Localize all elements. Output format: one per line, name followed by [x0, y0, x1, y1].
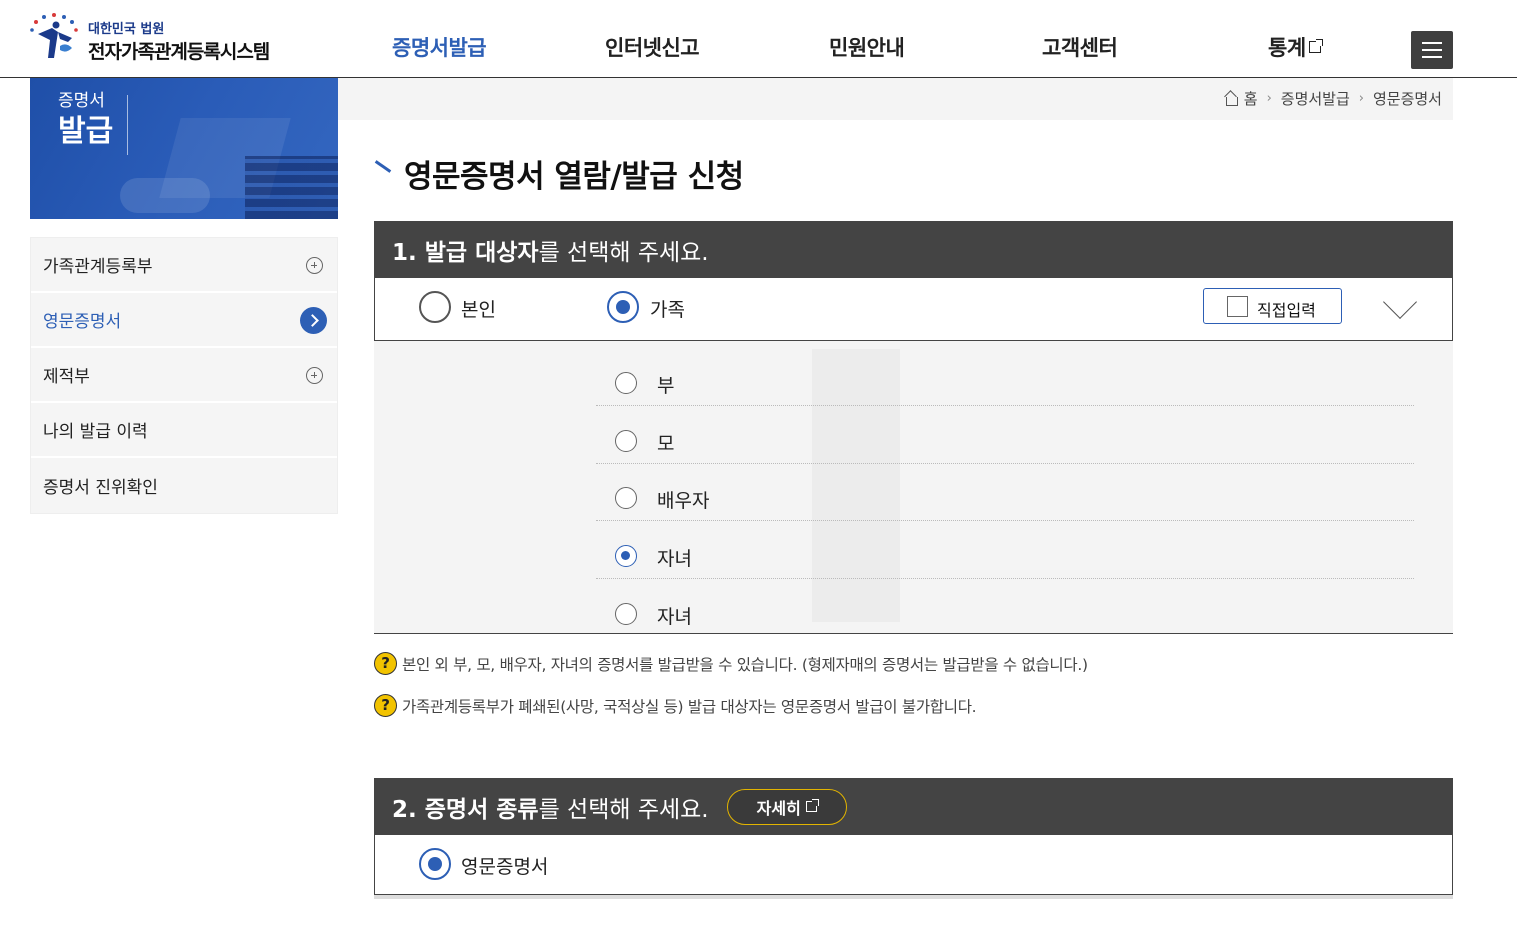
breadcrumb: 홈 › 증명서발급 › 영문증명서	[1224, 88, 1442, 109]
section-type-title: 2. 증명서 종류	[392, 796, 539, 823]
radio-self[interactable]	[419, 291, 451, 323]
radio-father[interactable]	[615, 372, 637, 394]
external-link-icon	[805, 799, 819, 812]
sidebar-item-label: 증명서 진위확인	[43, 478, 158, 498]
section-type-title-rest: 를 선택해 주세요.	[538, 796, 709, 823]
banner-small-text: 증명서	[58, 91, 105, 111]
radio-family[interactable]	[607, 291, 639, 323]
sidebar-item-label: 가족관계등록부	[43, 257, 153, 277]
title-accent-mark	[374, 160, 392, 173]
chevron-right-icon: ›	[1266, 91, 1272, 106]
notice-closed-register: ? 가족관계등록부가 폐쇄된(사망, 국적상실 등) 발급 대상자는 영문증명서…	[374, 694, 977, 717]
sidebar-banner: 증명서 발급	[30, 78, 338, 219]
nav-statistics[interactable]: 통계	[1268, 32, 1323, 62]
notice-eligible-family: ? 본인 외 부, 모, 배우자, 자녀의 증명서를 발급받을 수 있습니다. …	[374, 652, 1088, 675]
radio-child-1[interactable]	[615, 545, 637, 567]
banner-title: 증명서 발급	[58, 92, 113, 148]
breadcrumb-current[interactable]: 영문증명서	[1373, 88, 1442, 109]
radio-english-certificate-label[interactable]: 영문증명서	[461, 852, 548, 879]
radio-self-label[interactable]: 본인	[461, 295, 496, 322]
home-icon	[1224, 92, 1238, 106]
radio-mother[interactable]	[615, 430, 637, 452]
radio-english-certificate[interactable]	[419, 848, 451, 880]
direct-input-label: 직접입력	[1257, 301, 1316, 320]
sidebar-item-label: 제적부	[43, 367, 90, 387]
sidebar-item-authenticity-check[interactable]: 증명서 진위확인	[31, 458, 337, 513]
family-member-panel: 부 모 배우자 자녀 자녀	[374, 341, 1453, 634]
notice-text: 가족관계등록부가 폐쇄된(사망, 국적상실 등) 발급 대상자는 영문증명서 발…	[402, 697, 977, 716]
certificate-type-row: 영문증명서	[374, 835, 1453, 895]
chevron-right-icon: ›	[1358, 91, 1364, 106]
notice-text: 본인 외 부, 모, 배우자, 자녀의 증명서를 발급받을 수 있습니다. (형…	[402, 655, 1088, 674]
section-target-header: 1. 발급 대상자 를 선택해 주세요.	[374, 221, 1453, 278]
hamburger-menu-button[interactable]	[1411, 31, 1453, 69]
checkbox-icon[interactable]	[1227, 296, 1248, 317]
nav-customer-center[interactable]: 고객센터	[1042, 32, 1118, 62]
family-label[interactable]: 자녀	[657, 602, 692, 629]
family-row-mother[interactable]: 모	[596, 406, 1414, 464]
breadcrumb-certificate-issue[interactable]: 증명서발급	[1281, 88, 1350, 109]
family-row-child-2[interactable]: 자녀	[596, 579, 1414, 637]
section-bottom-shadow	[374, 895, 1453, 899]
books-illustration	[245, 156, 338, 219]
external-link-icon	[1308, 39, 1323, 53]
site-header: 대한민국 법원 전자가족관계등록시스템 증명서발급 인터넷신고 민원안내 고객센…	[0, 0, 1517, 78]
page-title: 영문증명서 열람/발급 신청	[404, 159, 744, 195]
logo-title: 전자가족관계등록시스템	[88, 41, 270, 63]
sidebar-item-english-certificate[interactable]: 영문증명서	[31, 293, 337, 348]
target-select-row: 본인 가족 직접입력	[374, 278, 1453, 341]
detail-button-label: 자세히	[756, 798, 801, 818]
nav-certificate-issue[interactable]: 증명서발급	[392, 32, 487, 62]
sidebar-nav: 가족관계등록부 영문증명서 제적부 나의 발급 이력 증명서 진위확인	[30, 237, 338, 514]
help-icon: ?	[374, 694, 397, 717]
hamburger-icon	[1422, 42, 1442, 44]
nav-internet-report[interactable]: 인터넷신고	[605, 32, 700, 62]
logo-subtitle: 대한민국 법원	[88, 22, 165, 37]
radio-spouse[interactable]	[615, 487, 637, 509]
plus-circle-icon[interactable]	[306, 257, 323, 274]
arrow-circle-icon	[300, 307, 327, 334]
chevron-down-icon[interactable]	[1383, 285, 1417, 319]
hand-illustration	[120, 178, 210, 213]
nav-civil-guide[interactable]: 민원안내	[829, 32, 905, 62]
breadcrumb-home[interactable]: 홈	[1244, 88, 1258, 109]
site-logo[interactable]: 대한민국 법원 전자가족관계등록시스템	[28, 12, 298, 64]
family-row-spouse[interactable]: 배우자	[596, 463, 1414, 521]
hamburger-icon-bar	[1422, 49, 1442, 51]
banner-divider	[127, 95, 128, 155]
sidebar-item-removed-register[interactable]: 제적부	[31, 348, 337, 403]
section-certificate-type-header: 2. 증명서 종류 를 선택해 주세요. 자세히	[374, 778, 1453, 835]
nav-statistics-label: 통계	[1268, 36, 1306, 60]
radio-child-2[interactable]	[615, 603, 637, 625]
sidebar-item-label: 나의 발급 이력	[43, 422, 148, 442]
sidebar-item-family-register[interactable]: 가족관계등록부	[31, 238, 337, 293]
breadcrumb-bar: 홈 › 증명서발급 › 영문증명서	[338, 78, 1453, 120]
sidebar-item-my-history[interactable]: 나의 발급 이력	[31, 403, 337, 458]
family-label[interactable]: 자녀	[657, 544, 692, 571]
hamburger-icon-bar	[1422, 56, 1442, 58]
section-target-title: 1. 발급 대상자	[392, 239, 539, 266]
help-icon: ?	[374, 652, 397, 675]
family-label[interactable]: 모	[657, 429, 674, 456]
family-row-father[interactable]: 부	[596, 348, 1414, 406]
sidebar-item-label: 영문증명서	[43, 312, 122, 332]
plus-circle-icon[interactable]	[306, 367, 323, 384]
family-row-child-1[interactable]: 자녀	[596, 521, 1414, 579]
section-target-title-rest: 를 선택해 주세요.	[538, 239, 709, 266]
family-label[interactable]: 부	[657, 371, 674, 398]
detail-button[interactable]: 자세히	[726, 788, 847, 825]
radio-family-label[interactable]: 가족	[650, 295, 685, 322]
court-emblem-icon	[30, 13, 78, 58]
family-label[interactable]: 배우자	[657, 486, 709, 513]
direct-input-button[interactable]: 직접입력	[1203, 288, 1342, 324]
banner-big-text: 발급	[58, 113, 114, 149]
